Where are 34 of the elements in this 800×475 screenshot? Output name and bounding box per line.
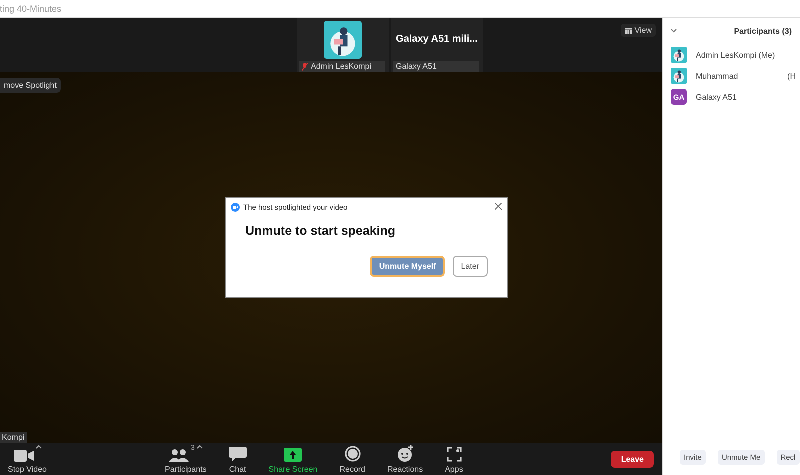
dialog-heading: Unmute to start speaking	[244, 223, 397, 238]
participant-row[interactable]: Admin LesKompi (Me)	[671, 47, 792, 63]
apps-button[interactable]: Apps	[445, 444, 464, 474]
participant-role: (H	[788, 72, 796, 80]
view-button[interactable]: View	[620, 24, 656, 37]
video-camera-icon	[14, 450, 34, 462]
leave-button[interactable]: Leave	[611, 450, 654, 468]
apps-icon	[446, 446, 462, 462]
record-icon	[344, 446, 361, 462]
chevron-icon[interactable]	[671, 29, 677, 33]
people-icon	[168, 448, 189, 462]
speech-bubble-icon	[228, 446, 247, 462]
participant-name: Muhammad	[696, 72, 738, 80]
video-button[interactable]: Stop Video	[8, 444, 47, 474]
participant-name: Galaxy A51	[696, 92, 737, 102]
avatar-icon	[671, 68, 687, 84]
reactions-button[interactable]: Reactions	[388, 444, 424, 474]
participant-name: Admin LesKompi	[311, 62, 372, 71]
participant-display-name: Galaxy A51 mili...	[396, 34, 478, 45]
grid-icon	[624, 28, 632, 34]
share-screen-icon	[284, 448, 302, 462]
avatar-icon	[671, 47, 687, 63]
participant-name: Galaxy A51	[396, 62, 437, 71]
later-button[interactable]: Later	[453, 256, 488, 277]
share-button[interactable]: Share Screen	[268, 444, 318, 474]
participant-name: Admin LesKompi (Me)	[696, 50, 776, 60]
remove-spotlight-button[interactable]: move Spotlight	[0, 78, 61, 93]
camera-logo-icon	[230, 203, 240, 212]
panel-title: Participants (3)	[733, 26, 792, 36]
window-title: ting 40-Minutes	[0, 4, 62, 14]
close-button[interactable]	[494, 202, 502, 213]
record-button[interactable]: Record	[340, 444, 366, 474]
participant-name: Kompi	[0, 432, 27, 443]
chat-button[interactable]: Chat	[228, 444, 247, 474]
